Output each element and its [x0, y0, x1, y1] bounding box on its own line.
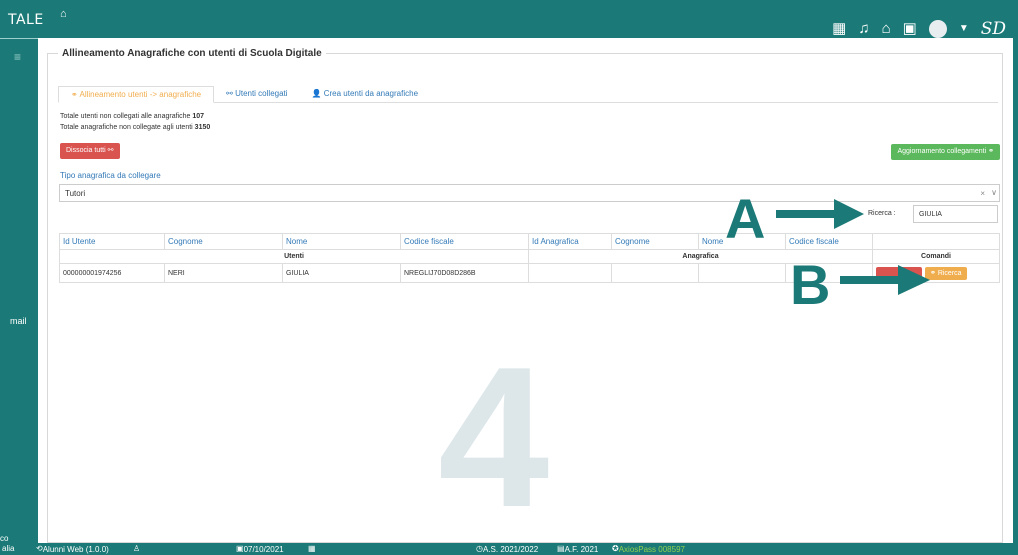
status-left: alia — [2, 544, 15, 553]
chevron-down-icon[interactable]: ∨ — [991, 188, 997, 197]
unlink-icon: ⚯ — [226, 89, 236, 98]
status-af: ▤ A.F. 2021 — [557, 544, 599, 554]
col-codice-fiscale-anagrafica[interactable]: Codice fiscale — [785, 233, 873, 250]
cell-nome: GIULIA — [282, 263, 401, 283]
totals-info: Totale utenti non collegati alle anagraf… — [60, 111, 210, 133]
brand-title: TALE — [8, 12, 44, 28]
status-date: ▣ 07/10/2021 — [236, 544, 284, 554]
total-users-line: Totale utenti non collegati alle anagraf… — [60, 113, 205, 120]
building-icon[interactable]: ▦ — [832, 21, 846, 37]
total-records-line: Totale anagrafiche non collegate agli ut… — [60, 124, 211, 131]
col-nome[interactable]: Nome — [282, 233, 401, 250]
user-icon: 👤 — [311, 89, 324, 98]
arrow-b-icon — [840, 265, 930, 295]
page-title: Allineamento Anagrafiche con utenti di S… — [58, 48, 326, 59]
status-as: ◷ A.S. 2021/2022 — [476, 544, 539, 554]
col-codice-fiscale[interactable]: Codice fiscale — [400, 233, 529, 250]
status-axios: ✪ AxiosPass 008597 — [612, 544, 685, 554]
arrow-a-icon — [776, 199, 864, 229]
top-icons: ▦ ♫ ⌂ ▣ ▼ SD — [832, 20, 1006, 38]
col-cognome-anagrafica[interactable]: Cognome — [611, 233, 699, 250]
col-id-anagrafica[interactable]: Id Anagrafica — [528, 233, 612, 250]
table-header-row: Id Utente Cognome Nome Codice fiscale Id… — [59, 233, 1000, 250]
tab-label: Allineamento utenti -> anagrafiche — [79, 90, 202, 99]
unlink-icon: ⚯ — [107, 147, 114, 154]
clear-icon[interactable]: × — [980, 189, 985, 198]
aggiornamento-collegamenti-button[interactable]: Aggiornamento collegamenti ⚭ — [891, 144, 1000, 160]
tab-label: Crea utenti da anagrafiche — [323, 89, 419, 98]
tab-utenti-collegati[interactable]: ⚯ Utenti collegati — [214, 86, 299, 103]
inbox-icon[interactable]: ⌂ — [882, 21, 891, 37]
cell-nome-anagrafica — [698, 263, 786, 283]
cell-codice-fiscale: NREGLIJ70D08D286B — [400, 263, 529, 283]
col-cognome[interactable]: Cognome — [164, 233, 283, 250]
col-id-utente[interactable]: Id Utente — [59, 233, 165, 250]
table-group-row: Utenti Anagrafica Comandi — [59, 249, 1000, 264]
building-icon[interactable]: ▦ — [308, 544, 316, 553]
annotation-a: A — [725, 187, 766, 250]
group-utenti: Utenti — [59, 249, 529, 264]
status-app: ⟲ Alunni Web (1.0.0) — [36, 544, 109, 554]
link-icon: ⚭ — [988, 148, 994, 155]
menu-icon[interactable]: ≡ — [14, 50, 21, 64]
tab-allineamento[interactable]: ⚭ Allineamento utenti -> anagrafiche — [58, 86, 215, 103]
home-icon[interactable]: ⌂ — [60, 8, 67, 20]
search-input[interactable] — [913, 205, 998, 223]
dissocia-tutti-button[interactable]: Dissocia tutti ⚯ — [60, 143, 120, 159]
brand-divider — [0, 38, 38, 39]
sidebar-bottom-label: co — [0, 534, 9, 543]
total-records-value: 3150 — [194, 124, 211, 131]
annotation-b: B — [790, 253, 831, 316]
user-icon[interactable]: ♙ — [133, 544, 140, 553]
bell-icon[interactable]: ♫ — [858, 21, 869, 37]
cell-id-anagrafica — [528, 263, 612, 283]
status-bar: alia ⟲ Alunni Web (1.0.0) ♙ ▣ 07/10/2021… — [0, 543, 1018, 555]
total-users-value: 107 — [192, 113, 205, 120]
chevron-down-icon[interactable]: ▼ — [959, 21, 969, 37]
step-number-watermark: 4 — [438, 326, 550, 549]
tipo-anagrafica-label: Tipo anagrafica da collegare — [60, 171, 161, 180]
sd-logo: SD — [980, 19, 1006, 39]
tab-bar: ⚭ Allineamento utenti -> anagrafiche ⚯ U… — [58, 86, 998, 103]
cell-cognome: NERI — [164, 263, 283, 283]
group-comandi: Comandi — [872, 249, 1000, 264]
col-commands — [872, 233, 1000, 250]
cell-id-utente: 000000001974256 — [59, 263, 165, 283]
sidebar: ≡ mail co — [0, 44, 38, 555]
calendar-icon[interactable]: ▣ — [903, 21, 917, 37]
avatar[interactable] — [928, 20, 947, 38]
sidebar-item-mail[interactable]: mail — [10, 316, 27, 326]
tab-crea-utenti[interactable]: 👤 Crea utenti da anagrafiche — [300, 86, 430, 103]
cell-cognome-anagrafica — [611, 263, 699, 283]
search-label: Ricerca : — [868, 210, 896, 217]
tab-label: Utenti collegati — [235, 89, 288, 98]
